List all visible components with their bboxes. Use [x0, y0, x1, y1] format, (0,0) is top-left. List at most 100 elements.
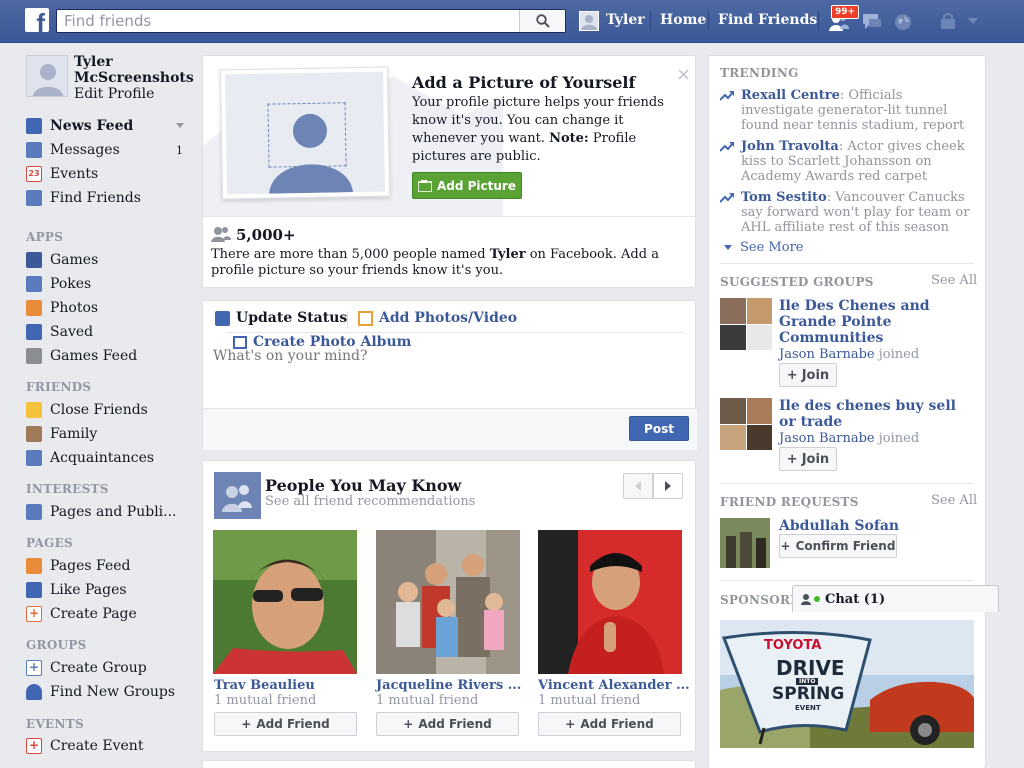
search-input[interactable] — [57, 10, 512, 32]
see-more-link[interactable]: See More — [724, 240, 803, 255]
requester-name-link[interactable]: Abdullah Sofan — [779, 518, 899, 534]
mutual-friends[interactable]: 1 mutual friend — [376, 693, 478, 708]
sidebar-item-events[interactable]: 23 Events — [26, 164, 98, 184]
close-icon[interactable]: × — [676, 64, 691, 85]
sidebar-item-family[interactable]: Family — [26, 424, 97, 444]
tab-update-status[interactable]: Update Status — [215, 310, 347, 326]
sidebar-item-games[interactable]: Games — [26, 250, 98, 270]
chat-tab[interactable]: Chat (1) — [792, 585, 999, 612]
button-label: Add Picture — [436, 178, 516, 193]
sidebar-item-label: News Feed — [50, 118, 134, 134]
trending-item[interactable]: Tom Sestito: Vancouver Canucks say forwa… — [720, 190, 976, 235]
messages-icon — [863, 14, 881, 29]
nav-profile-link[interactable]: Tyler — [606, 12, 645, 28]
pymk-prev-button[interactable] — [623, 473, 653, 499]
person-photo[interactable] — [213, 530, 357, 674]
divider — [720, 263, 974, 264]
group-thumbnail[interactable] — [720, 298, 772, 350]
profile-first-name[interactable]: Tyler — [74, 54, 113, 70]
person-photo[interactable] — [376, 530, 520, 674]
person-name-link[interactable]: Jacqueline Rivers ... — [376, 678, 521, 693]
post-button[interactable]: Post — [629, 416, 689, 441]
sidebar-item-label: Games — [50, 252, 99, 268]
profile-picture[interactable] — [26, 55, 68, 97]
privacy-shortcuts[interactable] — [938, 11, 960, 33]
tab-add-photos-video[interactable]: Add Photos/Video — [358, 310, 517, 326]
add-picture-body: Your profile picture helps your friends … — [412, 94, 687, 166]
composer-footer — [203, 408, 697, 450]
facebook-logo[interactable]: f — [25, 8, 49, 32]
join-group-button[interactable]: + Join — [779, 447, 837, 471]
add-friend-button[interactable]: + Add Friend — [214, 712, 357, 736]
join-group-button[interactable]: + Join — [779, 363, 837, 387]
add-picture-button[interactable]: Add Picture — [412, 172, 522, 199]
sidebar-item-pages-and-public-figures[interactable]: Pages and Publi... — [26, 502, 177, 522]
search-button[interactable] — [519, 10, 565, 32]
sidebar-item-saved[interactable]: Saved — [26, 322, 93, 342]
profile-picture-frame[interactable] — [219, 66, 391, 200]
sidebar-item-create-event[interactable]: + Create Event — [26, 736, 143, 756]
friend-name-link[interactable]: Jason Barnabe — [779, 431, 875, 446]
status-input[interactable] — [213, 346, 683, 366]
messages-count: 1 — [176, 143, 183, 157]
mutual-friends[interactable]: 1 mutual friend — [214, 693, 316, 708]
sidebar-item-label: Pages Feed — [50, 558, 131, 574]
add-picture-card: × Add a Picture of Yourself Your profile… — [202, 55, 697, 288]
sidebar-item-pokes[interactable]: Pokes — [26, 274, 91, 294]
sponsored-ad[interactable]: TOYOTA DRIVE INTO SPRING EVENT — [720, 620, 974, 748]
thumbs-up-icon — [26, 582, 42, 598]
groups-see-all-link[interactable]: See All — [931, 273, 977, 288]
plus-icon: + — [26, 606, 42, 622]
requester-photo[interactable] — [720, 518, 770, 568]
person-name-link[interactable]: Vincent Alexander ... — [538, 678, 690, 693]
notifications-jewel[interactable] — [892, 11, 914, 33]
person-photo[interactable] — [538, 530, 682, 674]
sidebar-item-news-feed[interactable]: News Feed — [26, 116, 188, 136]
messages-icon — [26, 142, 42, 158]
flag-icon — [26, 558, 42, 574]
group-joined-text: Jason Barnabe joined — [779, 347, 919, 362]
pymk-next-button[interactable] — [653, 473, 683, 499]
requester-photo-image — [720, 518, 770, 568]
pymk-subtitle-link[interactable]: See all friend recommendations — [265, 494, 475, 509]
tab-label: Add Photos/Video — [379, 310, 518, 326]
group-name-link[interactable]: Ile des chenes buy sell or trade — [779, 398, 974, 430]
photo-icon — [358, 310, 373, 326]
sidebar-item-create-group[interactable]: + Create Group — [26, 658, 147, 678]
sidebar-item-find-new-groups[interactable]: Find New Groups — [26, 682, 175, 702]
placeholder-photo — [224, 71, 386, 195]
sidebar-item-pages-feed[interactable]: Pages Feed — [26, 556, 131, 576]
sidebar-item-close-friends[interactable]: Close Friends — [26, 400, 148, 420]
sidebar-item-acquaintances[interactable]: Acquaintances — [26, 448, 154, 468]
messages-jewel[interactable] — [861, 11, 883, 33]
nav-home-link[interactable]: Home — [660, 12, 706, 28]
add-friend-button[interactable]: + Add Friend — [376, 712, 519, 736]
edit-profile-link[interactable]: Edit Profile — [74, 86, 154, 102]
requests-see-all-link[interactable]: See All — [931, 493, 977, 508]
person-name-link[interactable]: Trav Beaulieu — [214, 678, 315, 693]
add-friend-button[interactable]: + Add Friend — [538, 712, 681, 736]
trending-item[interactable]: Rexall Centre: Officials investigate gen… — [720, 88, 976, 133]
nav-find-friends-link[interactable]: Find Friends — [718, 12, 817, 28]
profile-last-name[interactable]: McScreenshots — [74, 70, 194, 86]
group-thumbnail[interactable] — [720, 398, 772, 450]
mutual-friends[interactable]: 1 mutual friend — [538, 693, 640, 708]
info-text: There are more than 5,000 people named — [211, 247, 486, 262]
sidebar-item-label: Pokes — [50, 276, 92, 292]
sidebar-item-like-pages[interactable]: Like Pages — [26, 580, 127, 600]
trending-item[interactable]: John Travolta: Actor gives cheek kiss to… — [720, 139, 976, 184]
confirm-friend-button[interactable]: + Confirm Friend — [779, 534, 897, 558]
account-menu[interactable] — [966, 14, 988, 36]
chevron-down-icon[interactable] — [176, 123, 184, 129]
sidebar-item-messages[interactable]: Messages 1 — [26, 140, 188, 160]
sidebar-item-games-feed[interactable]: Games Feed — [26, 346, 137, 366]
trending-arrow-icon — [720, 193, 734, 203]
top-avatar[interactable] — [579, 11, 599, 31]
sidebar-item-create-page[interactable]: + Create Page — [26, 604, 137, 624]
group-joined-text: Jason Barnabe joined — [779, 431, 919, 446]
sidebar-item-find-friends[interactable]: Find Friends — [26, 188, 141, 208]
sidebar-item-photos[interactable]: Photos — [26, 298, 98, 318]
friend-name-link[interactable]: Jason Barnabe — [779, 347, 875, 362]
person-photo-image — [538, 530, 682, 674]
group-name-link[interactable]: Ile Des Chenes and Grande Pointe Communi… — [779, 298, 974, 346]
